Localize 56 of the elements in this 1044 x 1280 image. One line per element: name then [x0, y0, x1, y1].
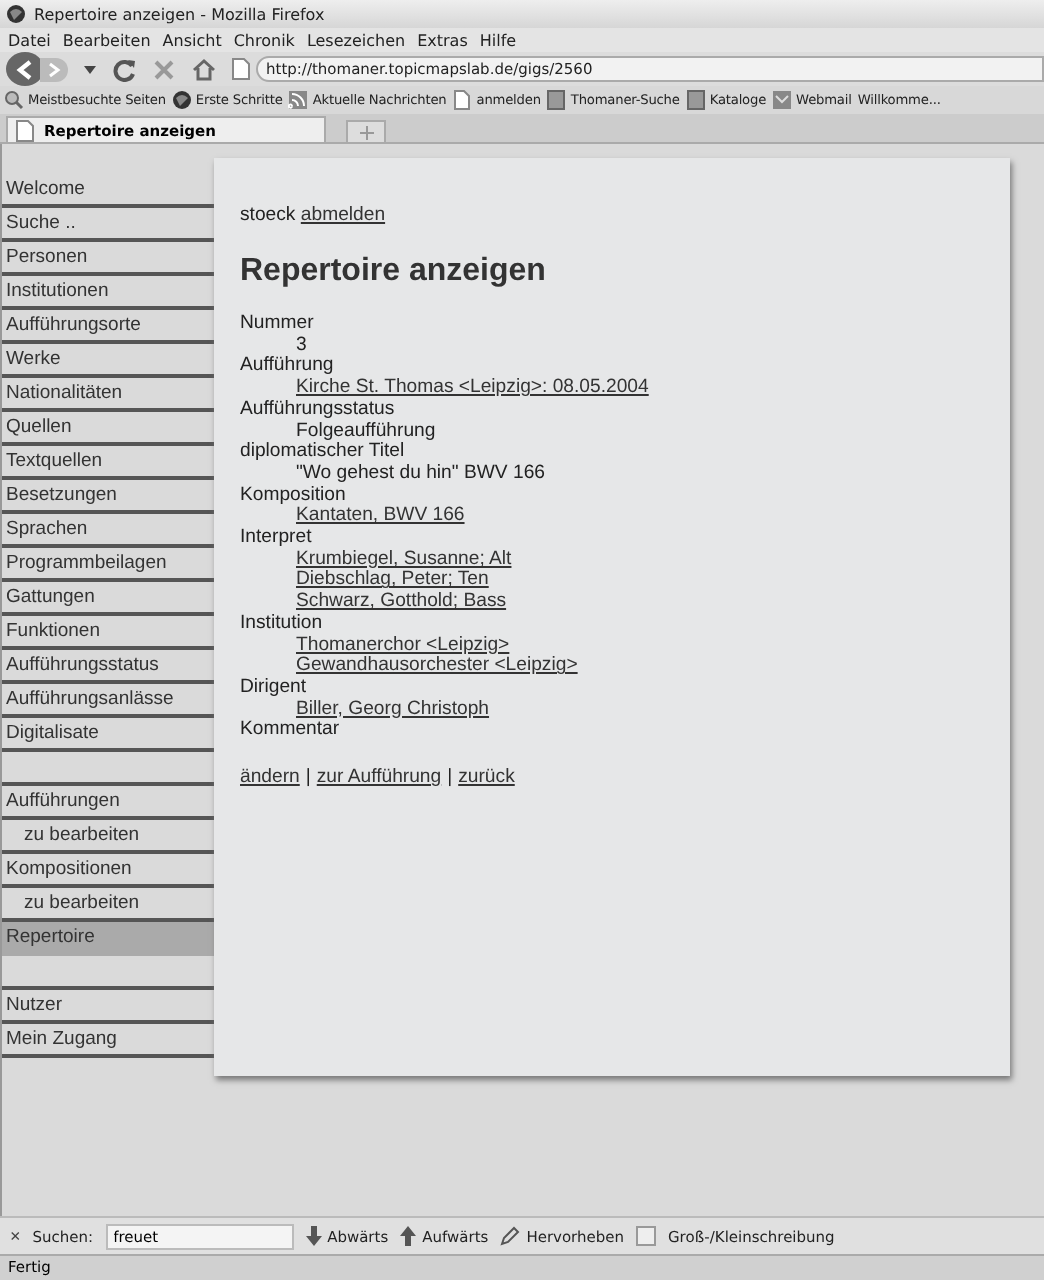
- value-link[interactable]: Kantaten, BWV 166: [296, 504, 465, 527]
- close-button[interactable]: ×: [10, 1226, 21, 1246]
- field-label: Interpret: [240, 528, 314, 550]
- menu-item[interactable]: Chronik: [233, 31, 295, 49]
- value-link[interactable]: Diebschlag, Peter; Ten: [296, 568, 489, 591]
- value-link[interactable]: Biller, Georg Christoph: [296, 697, 490, 720]
- value-link[interactable]: Kirche St. Thomas <Leipzig>: 08.05.2004: [296, 376, 649, 399]
- feed-icon: [288, 90, 309, 110]
- menu-item[interactable]: Hilfe: [479, 31, 517, 49]
- field-label: Dirigent: [240, 677, 309, 700]
- field-label: Komposition: [240, 485, 348, 506]
- magnifier-icon: [4, 90, 24, 110]
- field-label: Aufführung: [240, 356, 336, 378]
- down-arrow-icon: [305, 1226, 322, 1246]
- action-link[interactable]: ändern: [240, 766, 300, 789]
- menu-item[interactable]: Datei: [8, 31, 51, 49]
- menu-item[interactable]: Bearbeiten: [62, 31, 151, 49]
- field-value: "Wo gehest du hin" BWV 166: [296, 461, 545, 484]
- value-link[interactable]: Thomanerchor <Leipzig>: [296, 633, 510, 656]
- menu-item[interactable]: Lesezeichen: [306, 31, 406, 49]
- case-checkbox[interactable]: [636, 1226, 656, 1246]
- globe-icon: [171, 90, 192, 110]
- home-icon: [192, 57, 216, 81]
- value-link[interactable]: Krumbiegel, Susanne; Alt: [296, 547, 512, 570]
- value-link[interactable]: Schwarz, Gotthold; Bass: [296, 590, 507, 613]
- field-label: Aufführungsstatus: [240, 399, 397, 422]
- separator: |: [447, 766, 453, 789]
- close-icon: [152, 57, 176, 81]
- new-tab-button[interactable]: [346, 120, 386, 142]
- up-arrow-icon: [400, 1226, 417, 1246]
- plus-icon: [359, 125, 373, 139]
- page-icon: [232, 58, 250, 80]
- field-value: Folgeaufführung: [296, 419, 436, 442]
- page-heading: Repertoire anzeigen: [240, 254, 548, 290]
- action-link[interactable]: zur Aufführung: [316, 766, 442, 789]
- sidebar-item[interactable]: Repertoire: [2, 922, 214, 956]
- value-link[interactable]: Gewandhausorchester <Leipzig>: [296, 654, 578, 677]
- window-title: Repertoire anzeigen - Mozilla Firefox: [34, 5, 325, 23]
- field-value: 3: [296, 333, 307, 356]
- globe-icon: [6, 4, 26, 24]
- separator: |: [305, 766, 311, 789]
- menu-item[interactable]: Ansicht: [162, 31, 222, 49]
- menu-item[interactable]: Extras: [417, 31, 468, 49]
- pen-icon: [500, 1226, 521, 1246]
- action-link[interactable]: zurück: [458, 766, 515, 789]
- user-name: stoeck: [240, 204, 296, 226]
- field-label: Kommentar: [240, 720, 342, 743]
- field-label: Nummer: [240, 314, 316, 336]
- page-icon: [452, 90, 473, 110]
- reload-icon: [112, 57, 136, 81]
- logout-link[interactable]: abmelden: [300, 204, 386, 226]
- page-icon: [16, 119, 34, 141]
- back-button[interactable]: [6, 52, 44, 86]
- field-label: Institution: [240, 613, 325, 636]
- dropdown-caret-icon: [84, 65, 96, 73]
- field-label: diplomatischer Titel: [240, 442, 407, 464]
